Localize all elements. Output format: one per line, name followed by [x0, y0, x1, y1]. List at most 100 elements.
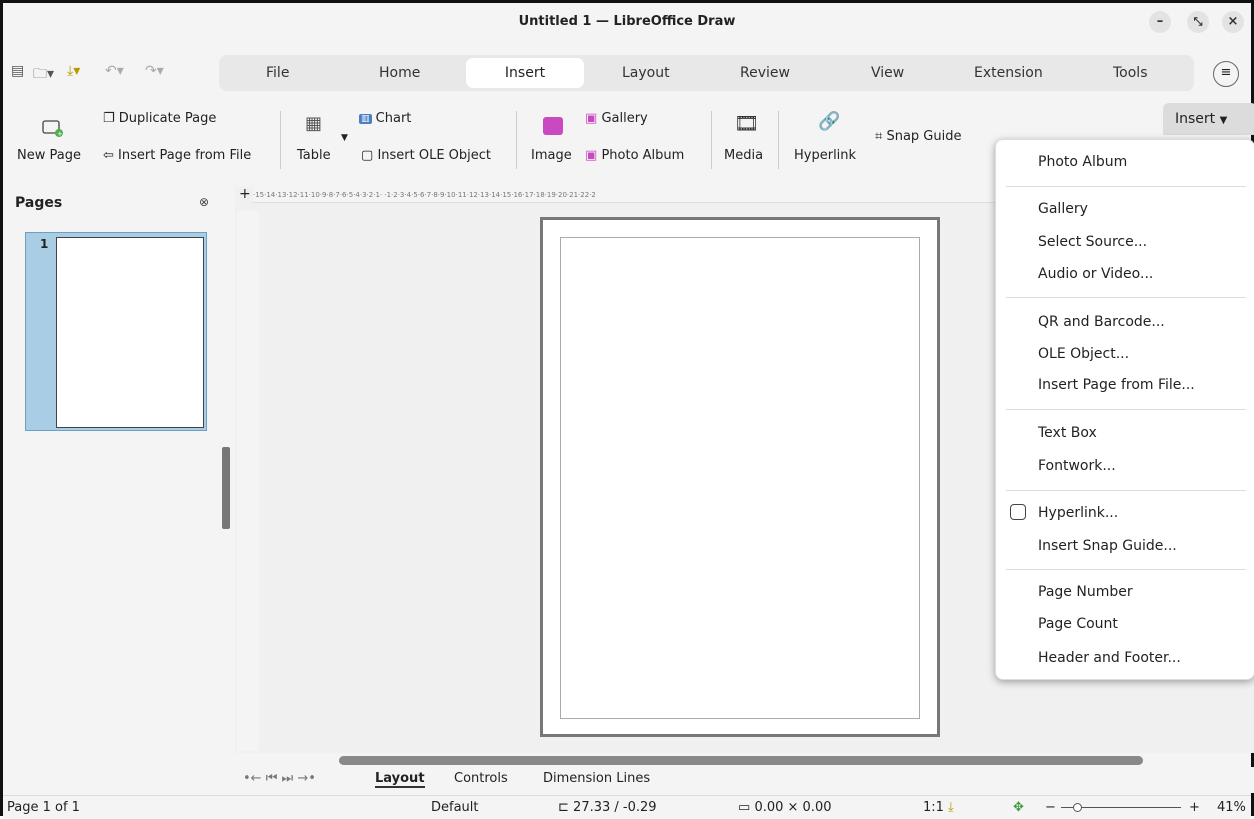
table-dropdown-icon[interactable]: ▼ — [341, 133, 348, 143]
horizontal-scrollbar[interactable] — [339, 756, 1143, 765]
hyperlink-icon[interactable]: 🔗 — [818, 111, 840, 132]
tab-controls-layer[interactable]: Controls — [454, 771, 508, 786]
title-bar: Untitled 1 — LibreOffice Draw – ⤡ × — [3, 3, 1251, 41]
tab-tools[interactable]: Tools — [1113, 65, 1148, 81]
sidebar-toggle-icon[interactable]: ▤ — [11, 63, 24, 79]
menu-separator — [1006, 490, 1246, 491]
insert-ole-object-label: Insert OLE Object — [377, 148, 492, 163]
new-page-icon[interactable]: + — [41, 117, 63, 141]
chart-label: Chart — [375, 111, 412, 126]
page-thumbnail-number: 1 — [40, 237, 49, 251]
menu-item-photo-album[interactable]: Photo Album — [1038, 154, 1127, 170]
sidebar-collapse-handle[interactable] — [222, 447, 230, 529]
menu-item-audio-or-video[interactable]: Audio or Video... — [1038, 266, 1153, 282]
size-icon: ▭ — [738, 800, 751, 815]
page-status: Page 1 of 1 — [7, 800, 80, 815]
tab-home[interactable]: Home — [379, 65, 420, 81]
tab-view[interactable]: View — [871, 65, 904, 81]
photo-album-icon: ▣ — [585, 148, 598, 163]
image-icon[interactable] — [543, 117, 563, 135]
insert-menu-label: Insert — [1175, 111, 1216, 127]
tab-dimension-lines-layer[interactable]: Dimension Lines — [543, 771, 650, 786]
tab-review[interactable]: Review — [740, 65, 790, 81]
main-menu-button[interactable]: ≡ — [1213, 61, 1239, 87]
size-value: 0.00 × 0.00 — [754, 800, 832, 815]
status-bar: Page 1 of 1 Default ⊏ 27.33 / -0.29 ▭ 0.… — [3, 795, 1251, 819]
position-value: 27.33 / -0.29 — [573, 800, 657, 815]
menu-item-fontwork[interactable]: Fontwork... — [1038, 458, 1116, 474]
tab-extension[interactable]: Extension — [974, 65, 1043, 81]
tab-insert[interactable]: Insert — [466, 58, 584, 88]
menu-item-insert-page-from-file[interactable]: Insert Page from File... — [1038, 377, 1195, 393]
menu-item-hyperlink[interactable]: Hyperlink... — [1038, 505, 1118, 521]
minimize-button[interactable]: – — [1149, 11, 1171, 33]
menu-item-qr-and-barcode[interactable]: QR and Barcode... — [1038, 314, 1165, 330]
menu-separator — [1006, 409, 1246, 410]
close-button[interactable]: × — [1222, 11, 1244, 33]
insert-page-from-file-button[interactable]: ⇦ Insert Page from File — [103, 148, 251, 163]
open-icon[interactable]: 🗀▾ — [33, 63, 54, 87]
menu-separator — [1006, 297, 1246, 298]
chart-button[interactable]: ▥ Chart — [359, 111, 411, 126]
chart-icon: ▥ — [359, 113, 372, 124]
drawing-page[interactable] — [540, 217, 940, 737]
table-icon[interactable]: ▦ — [305, 113, 322, 134]
insert-ole-object-button[interactable]: ▢ Insert OLE Object — [361, 148, 491, 163]
duplicate-page-button[interactable]: ❐ Duplicate Page — [103, 111, 216, 126]
image-button[interactable]: Image — [531, 148, 572, 163]
ole-object-icon: ▢ — [361, 148, 374, 163]
menu-item-insert-snap-guide[interactable]: Insert Snap Guide... — [1038, 538, 1177, 554]
duplicate-page-label: Duplicate Page — [118, 111, 217, 126]
ribbon-separator — [280, 111, 281, 169]
menu-item-select-source[interactable]: Select Source... — [1038, 234, 1147, 250]
restore-button[interactable]: ⤡ — [1187, 11, 1209, 33]
hyperlink-checkbox-icon — [1010, 504, 1026, 520]
zoom-out-button[interactable]: − — [1045, 800, 1056, 815]
ribbon-separator — [516, 111, 517, 169]
snap-guide-button[interactable]: ⌗ Snap Guide — [875, 129, 962, 144]
tab-layout[interactable]: Layout — [622, 65, 670, 81]
tab-file[interactable]: File — [266, 65, 289, 81]
photo-album-button[interactable]: ▣ Photo Album — [585, 148, 684, 163]
page-thumbnail[interactable]: 1 — [25, 232, 207, 431]
menu-item-page-count[interactable]: Page Count — [1038, 616, 1118, 632]
position-status: ⊏ 27.33 / -0.29 — [558, 800, 657, 815]
table-button[interactable]: Table — [297, 148, 331, 163]
media-icon[interactable]: 🎞 — [734, 111, 759, 135]
save-icon[interactable]: ⤓▾ — [67, 63, 80, 79]
fit-page-icon[interactable]: ✥ — [1013, 800, 1024, 815]
menu-item-ole-object[interactable]: OLE Object... — [1038, 346, 1129, 362]
undo-icon[interactable]: ↶▾ — [105, 63, 124, 79]
tab-bar: File Home Insert Layout Review View Exte… — [219, 55, 1194, 91]
snap-guide-label: Snap Guide — [886, 129, 962, 144]
ribbon-separator — [711, 111, 712, 169]
close-icon[interactable]: ⊗ — [199, 195, 209, 209]
svg-text:+: + — [57, 130, 63, 137]
window-title: Untitled 1 — LibreOffice Draw — [518, 14, 736, 29]
duplicate-page-icon: ❐ — [103, 111, 115, 126]
menu-separator — [1006, 569, 1246, 570]
chevron-down-icon: ▼ — [1219, 115, 1228, 126]
insert-menu-button[interactable]: Insert ▼ — [1163, 103, 1254, 135]
redo-icon[interactable]: ↷▾ — [145, 63, 164, 79]
zoom-in-button[interactable]: + — [1189, 800, 1200, 815]
vertical-ruler[interactable] — [237, 211, 259, 751]
zoom-level[interactable]: 41% — [1217, 800, 1246, 815]
horizontal-ruler[interactable]: ·15·14·13·12·11·10·9·8·7·6·5·4·3·2·1· ·1… — [253, 187, 1003, 203]
hyperlink-button[interactable]: Hyperlink — [794, 148, 856, 163]
zoom-slider-handle[interactable] — [1073, 803, 1082, 812]
new-page-button[interactable]: New Page — [17, 148, 81, 163]
navigate-first-icon[interactable]: •← ⏮ ⏭ →• — [243, 771, 316, 786]
menu-item-header-and-footer[interactable]: Header and Footer... — [1038, 650, 1181, 666]
ribbon-separator — [778, 111, 779, 169]
menu-item-page-number[interactable]: Page Number — [1038, 584, 1133, 600]
tab-layout-layer[interactable]: Layout — [375, 771, 425, 788]
scale-status: 1:1 — [923, 800, 944, 815]
menu-item-text-box[interactable]: Text Box — [1038, 425, 1097, 441]
media-button[interactable]: Media — [724, 148, 763, 163]
gallery-button[interactable]: ▣ Gallery — [585, 111, 648, 126]
snap-guide-icon: ⌗ — [875, 129, 883, 144]
page-margin-frame — [560, 237, 920, 719]
insert-page-from-file-label: Insert Page from File — [118, 148, 252, 163]
menu-item-gallery[interactable]: Gallery — [1038, 201, 1088, 217]
